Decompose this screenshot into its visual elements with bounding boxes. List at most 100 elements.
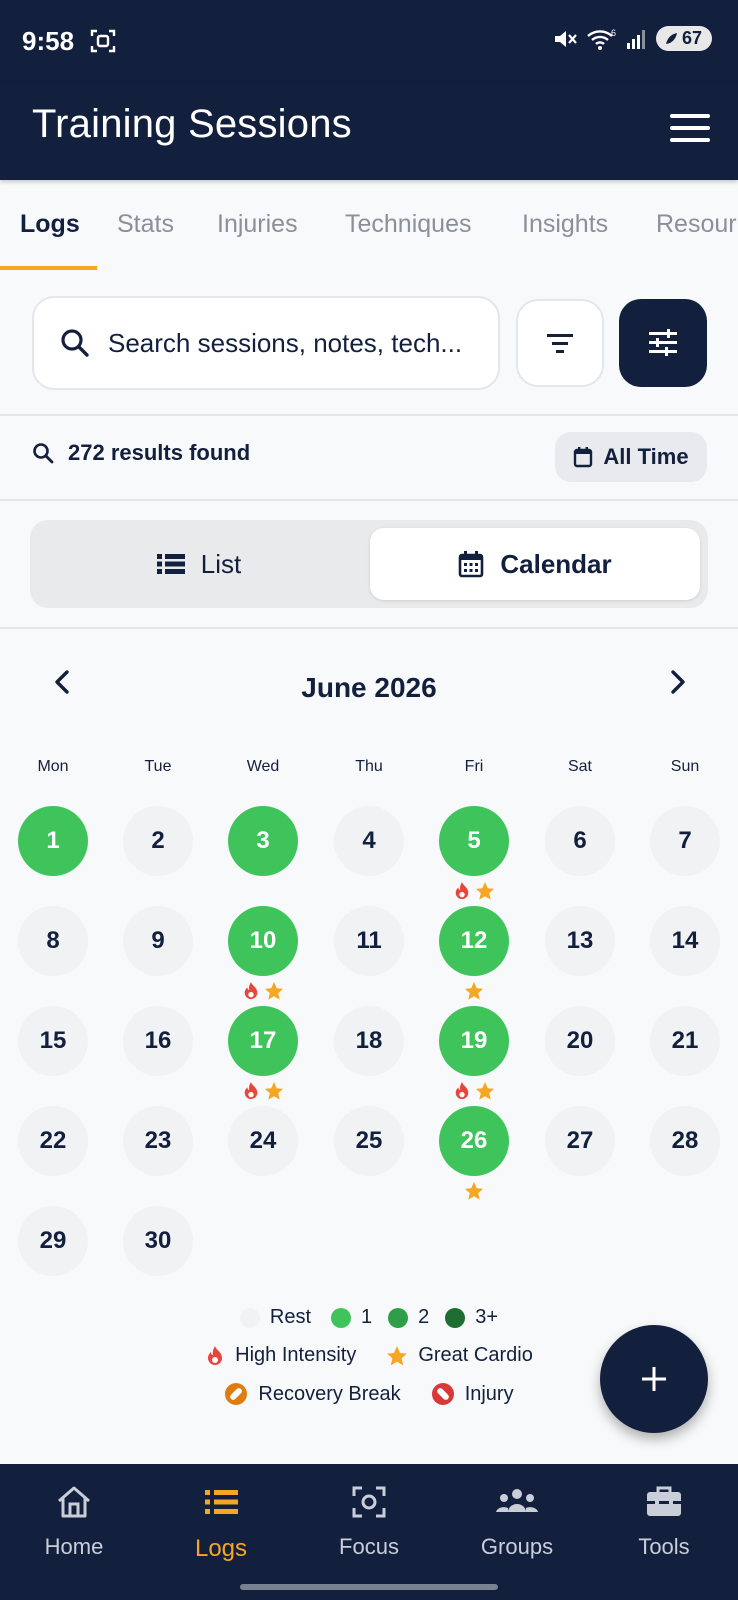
weekday-label: Sat	[567, 758, 592, 775]
sort-filter-button[interactable]	[516, 299, 604, 387]
advanced-filter-button[interactable]	[619, 299, 707, 387]
calendar-day[interactable]: 4	[334, 806, 404, 876]
battery-level: 67	[681, 28, 702, 48]
signal-icon	[626, 29, 645, 49]
screen-record-icon	[90, 29, 116, 53]
calendar-day[interactable]: 26	[439, 1106, 509, 1176]
mute-icon	[554, 30, 577, 47]
groups-icon	[496, 1489, 538, 1512]
weekday-label: Tue	[144, 758, 172, 775]
calendar-day[interactable]: 3	[228, 806, 298, 876]
legend-high-intensity-label: High Intensity	[235, 1344, 357, 1366]
calendar-month-icon	[459, 551, 484, 578]
divider	[0, 627, 738, 629]
time-range-chip[interactable]: All Time	[555, 432, 707, 482]
nav-groups[interactable]: Groups	[457, 1484, 577, 1560]
legend-recovery-label: Recovery Break	[258, 1382, 401, 1405]
calendar-day[interactable]: 20	[545, 1006, 615, 1076]
calendar-day[interactable]: 17	[228, 1006, 298, 1076]
menu-button[interactable]	[668, 108, 712, 152]
calendar-day[interactable]: 28	[650, 1106, 720, 1176]
weekday-label: Fri	[464, 758, 484, 775]
hamburger-line	[670, 138, 710, 142]
battery-indicator: 67	[655, 26, 712, 51]
search-input[interactable]	[108, 327, 498, 359]
nav-focus[interactable]: Focus	[309, 1484, 429, 1560]
tab-injuries[interactable]: Injuries	[217, 210, 298, 239]
day-badges	[439, 981, 509, 1001]
calendar-view-button[interactable]: Calendar	[370, 528, 700, 600]
calendar-day[interactable]: 1	[18, 806, 88, 876]
tab-logs[interactable]: Logs	[20, 210, 80, 239]
one-session-swatch	[331, 1307, 352, 1328]
calendar-day[interactable]: 14	[650, 906, 720, 976]
calendar-day[interactable]: 30	[123, 1206, 193, 1276]
app-bar: Training Sessions	[0, 82, 738, 180]
nav-logs[interactable]: Logs	[161, 1484, 281, 1563]
calendar-day[interactable]: 22	[18, 1106, 88, 1176]
calendar-day[interactable]: 8	[18, 906, 88, 976]
fire-icon	[208, 1345, 223, 1365]
list-view-button[interactable]: List	[38, 528, 360, 600]
calendar-day[interactable]: 7	[650, 806, 720, 876]
calendar-day[interactable]: 29	[18, 1206, 88, 1276]
star-icon	[464, 1181, 484, 1201]
calendar-day[interactable]: 16	[123, 1006, 193, 1076]
results-summary: 272 results found	[32, 440, 250, 466]
calendar-day[interactable]: 10	[228, 906, 298, 976]
tab-resources[interactable]: Resour	[656, 210, 737, 239]
calendar-day[interactable]: 24	[228, 1106, 298, 1176]
star-icon	[264, 1081, 284, 1101]
day-badges	[228, 981, 298, 1001]
nav-home-label: Home	[44, 1534, 104, 1559]
list-icon	[156, 554, 185, 574]
calendar-day[interactable]: 9	[123, 906, 193, 976]
legend-one-label: 1	[361, 1306, 373, 1328]
legend-three-plus-label: 3+	[475, 1306, 499, 1328]
legend-two-label: 2	[418, 1306, 430, 1328]
nav-home[interactable]: Home	[14, 1484, 134, 1560]
calendar-day[interactable]: 5	[439, 806, 509, 876]
nav-logs-label: Logs	[194, 1535, 248, 1562]
calendar-day[interactable]: 12	[439, 906, 509, 976]
fire-icon	[453, 1081, 471, 1101]
nav-focus-label: Focus	[339, 1534, 399, 1559]
calendar-day[interactable]: 11	[334, 906, 404, 976]
tab-techniques[interactable]: Techniques	[345, 210, 471, 239]
hamburger-line	[670, 114, 710, 118]
injury-icon	[431, 1383, 454, 1405]
day-badges	[439, 1081, 509, 1101]
nav-tools[interactable]: Tools	[604, 1484, 724, 1560]
calendar-day[interactable]: 2	[123, 806, 193, 876]
calendar-day[interactable]: 25	[334, 1106, 404, 1176]
day-badges	[439, 881, 509, 901]
calendar-day[interactable]: 23	[123, 1106, 193, 1176]
tab-insights[interactable]: Insights	[522, 210, 608, 239]
time-range-label: All Time	[603, 444, 689, 469]
calendar-month-title: June 2026	[301, 672, 437, 703]
add-session-button[interactable]	[600, 1325, 708, 1433]
divider	[0, 414, 738, 416]
plus-icon	[642, 1367, 666, 1391]
next-month-button[interactable]	[666, 668, 690, 696]
rest-swatch	[239, 1307, 260, 1328]
results-count: 272 results found	[68, 440, 251, 465]
calendar-day[interactable]: 6	[545, 806, 615, 876]
calendar-day[interactable]: 18	[334, 1006, 404, 1076]
legend-injury-label: Injury	[464, 1382, 514, 1405]
star-icon	[387, 1345, 408, 1365]
search-box[interactable]	[32, 296, 500, 390]
fire-icon	[453, 881, 471, 901]
tab-stats[interactable]: Stats	[117, 210, 174, 239]
bottom-navigation: Home Logs Focus Groups Tools	[0, 1464, 738, 1600]
calendar-day[interactable]: 27	[545, 1106, 615, 1176]
legend-rest-label: Rest	[269, 1306, 312, 1328]
weekday-label: Mon	[37, 758, 69, 775]
weekday-label: Sun	[670, 758, 700, 775]
calendar-day[interactable]: 13	[545, 906, 615, 976]
day-badges	[228, 1081, 298, 1101]
calendar-day[interactable]: 19	[439, 1006, 509, 1076]
calendar-day[interactable]: 21	[650, 1006, 720, 1076]
filter-list-icon	[547, 334, 573, 353]
calendar-day[interactable]: 15	[18, 1006, 88, 1076]
